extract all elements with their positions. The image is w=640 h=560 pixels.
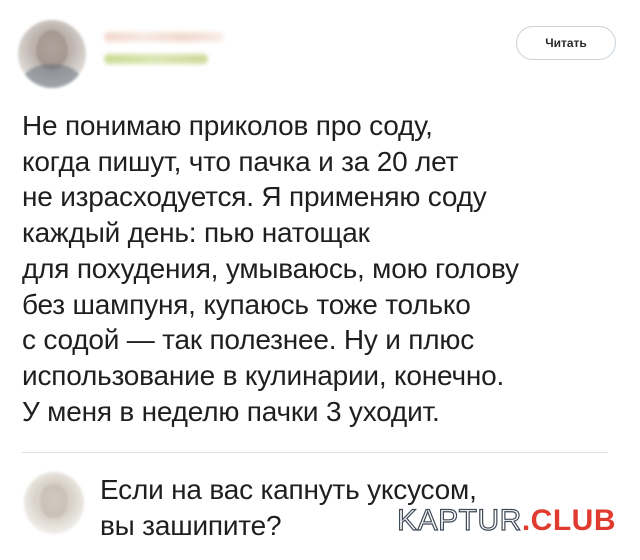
- reply-avatar-shape: [40, 484, 68, 518]
- post-line: каждый день: пью натощак: [22, 217, 370, 249]
- reply-avatar[interactable]: [24, 472, 84, 534]
- post-text: Не понимаю приколов про соду, когда пишу…: [22, 108, 622, 429]
- avatar-body: [24, 64, 80, 88]
- reply-line: Если на вас капнуть уксусом,: [100, 474, 477, 505]
- post-line: для похудения, умываюсь, мою голову: [22, 252, 519, 284]
- post-line: когда пишут, что пачка и за 20 лет: [22, 145, 459, 177]
- follow-button[interactable]: Читать: [516, 26, 616, 60]
- site-watermark: KAPTUR .CLUB: [397, 503, 616, 544]
- post-line: Не понимаю приколов про соду,: [22, 110, 433, 141]
- watermark-part-1: KAPTUR: [397, 503, 522, 537]
- watermark-part-2: .CLUB: [521, 504, 616, 537]
- divider: [22, 452, 608, 453]
- author-name-redacted: [104, 32, 224, 42]
- tweet-header: Читать: [18, 20, 622, 90]
- post-line: с содой — так полезнее. Ну и плюс: [22, 324, 475, 356]
- author-handle-redacted: [104, 54, 208, 64]
- tweet-card: Читать Не понимаю приколов про соду, ког…: [0, 0, 640, 560]
- post-line: не израсходуется. Я применяю соду: [22, 181, 487, 213]
- post-line: У меня в неделю пачки 3 уходит.: [22, 395, 440, 427]
- post-line: использование в кулинарии, конечно.: [22, 359, 505, 391]
- author-avatar[interactable]: [18, 20, 86, 88]
- post-line: без шампуня, купаюсь тоже только: [22, 288, 471, 320]
